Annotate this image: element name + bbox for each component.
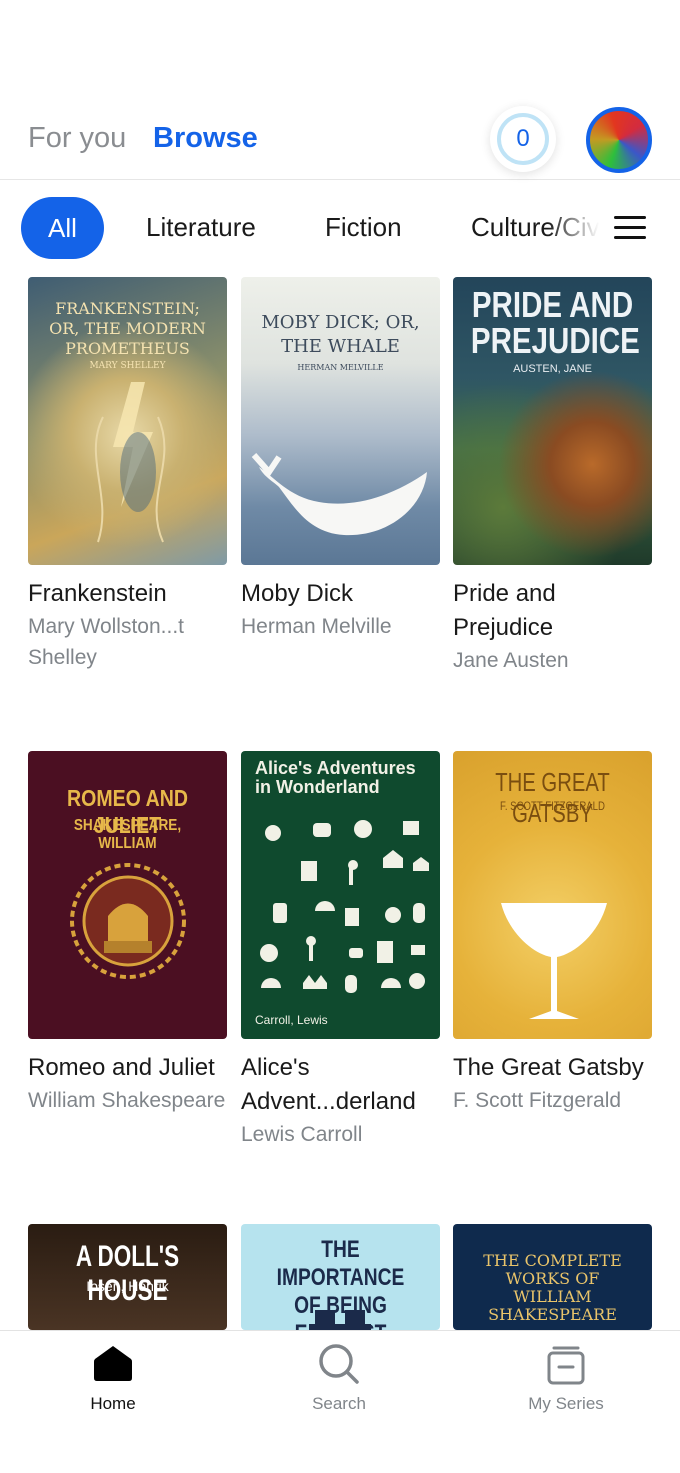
book-cover: PRIDE AND PREJUDICE AUSTEN, JANE bbox=[453, 277, 652, 565]
bottom-nav: Home Search My Series bbox=[0, 1330, 680, 1473]
book-author: William Shakespeare bbox=[28, 1089, 226, 1112]
book-cover: Alice's Adventures in Wonderland Carroll… bbox=[241, 751, 440, 1039]
book-author: Mary Wollston...t Shelley bbox=[28, 615, 184, 669]
book-author: Jane Austen bbox=[453, 649, 569, 672]
coin-count: 0 bbox=[497, 113, 549, 165]
nav-search-label: Search bbox=[312, 1394, 366, 1413]
book-title: Romeo and Juliet bbox=[28, 1054, 215, 1081]
menu-icon[interactable] bbox=[614, 216, 646, 240]
tab-for-you[interactable]: For you bbox=[28, 122, 126, 155]
book-card[interactable]: THE COMPLETE WORKS OF WILLIAM SHAKESPEAR… bbox=[453, 1224, 652, 1330]
category-fiction[interactable]: Fiction bbox=[325, 212, 402, 243]
book-card[interactable]: THE GREAT GATSBY F. SCOTT FITZGERALD The… bbox=[453, 751, 652, 1116]
category-all[interactable]: All bbox=[21, 197, 104, 259]
book-author: F. Scott Fitzgerald bbox=[453, 1089, 622, 1112]
book-title: Alice's Advent...derland bbox=[241, 1054, 416, 1115]
category-literature[interactable]: Literature bbox=[146, 212, 256, 243]
nav-home-label: Home bbox=[90, 1394, 136, 1413]
series-stack-icon bbox=[547, 1346, 585, 1385]
category-bar: All Literature Fiction Culture/Civ bbox=[0, 196, 680, 260]
wonderland-pattern-icon bbox=[260, 820, 429, 993]
book-card[interactable]: A DOLL'S HOUSE Ibsen, Henrik bbox=[28, 1224, 227, 1330]
nav-search[interactable]: Search bbox=[269, 1343, 409, 1414]
champagne-glass-icon bbox=[501, 903, 607, 1019]
whale-icon bbox=[251, 453, 427, 536]
book-title: Frankenstein bbox=[28, 580, 167, 607]
book-title: Moby Dick bbox=[241, 580, 354, 607]
book-cover: MOBY DICK; OR, THE WHALE HERMAN MELVILLE bbox=[241, 277, 440, 565]
book-card[interactable]: PRIDE AND PREJUDICE AUSTEN, JANE Pride a… bbox=[453, 277, 652, 676]
top-header: For you Browse 0 bbox=[0, 0, 680, 180]
nav-series-label: My Series bbox=[528, 1394, 604, 1413]
book-title: Pride and Prejudice bbox=[453, 580, 556, 641]
book-cover: FRANKENSTEIN; OR, THE MODERN PROMETHEUS … bbox=[28, 277, 227, 565]
avatar[interactable] bbox=[586, 107, 652, 173]
search-icon bbox=[319, 1344, 359, 1384]
book-cover: THE GREAT GATSBY F. SCOTT FITZGERALD bbox=[453, 751, 652, 1039]
coin-counter-button[interactable]: 0 bbox=[490, 106, 556, 172]
book-card[interactable]: ROMEO AND JULIET SHAKESPEARE, WILLIAM Ro… bbox=[28, 751, 227, 1116]
home-icon bbox=[94, 1346, 132, 1381]
top-hat-icon bbox=[309, 1310, 371, 1330]
book-cover: THE COMPLETE WORKS OF WILLIAM SHAKESPEAR… bbox=[453, 1224, 652, 1330]
category-culture[interactable]: Culture/Civ bbox=[471, 212, 599, 243]
book-cover: THE IMPORTANCE OF BEING EARNEST bbox=[241, 1224, 440, 1330]
book-card[interactable]: Alice's Adventures in Wonderland Carroll… bbox=[241, 751, 440, 1150]
book-author: Lewis Carroll bbox=[241, 1123, 363, 1146]
book-card[interactable]: THE IMPORTANCE OF BEING EARNEST bbox=[241, 1224, 440, 1330]
tab-browse[interactable]: Browse bbox=[153, 122, 258, 155]
book-cover: A DOLL'S HOUSE Ibsen, Henrik bbox=[28, 1224, 227, 1330]
lightning-figure-icon bbox=[94, 382, 166, 543]
ornament-icon bbox=[70, 863, 186, 979]
nav-my-series[interactable]: My Series bbox=[496, 1343, 636, 1414]
book-card[interactable]: MOBY DICK; OR, THE WHALE HERMAN MELVILLE… bbox=[241, 277, 440, 642]
nav-home[interactable]: Home bbox=[43, 1343, 183, 1414]
book-author: Herman Melville bbox=[241, 615, 392, 638]
book-cover: ROMEO AND JULIET SHAKESPEARE, WILLIAM bbox=[28, 751, 227, 1039]
book-title: The Great Gatsby bbox=[453, 1054, 644, 1081]
book-card[interactable]: FRANKENSTEIN; OR, THE MODERN PROMETHEUS … bbox=[28, 277, 227, 673]
